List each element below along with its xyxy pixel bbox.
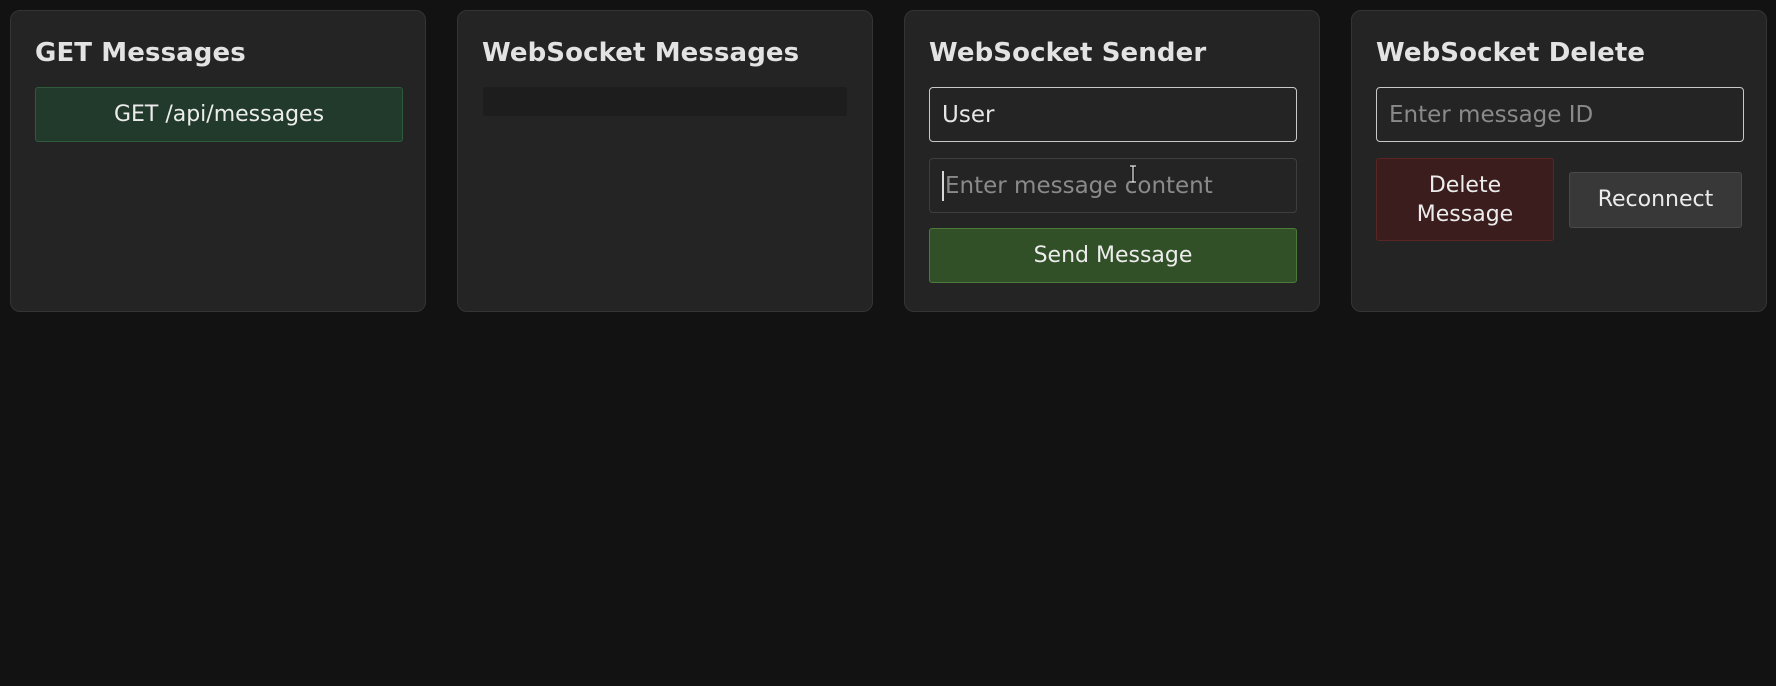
websocket-sender-panel: WebSocket Sender User Enter message cont… bbox=[904, 10, 1320, 312]
websocket-delete-title: WebSocket Delete bbox=[1376, 38, 1646, 68]
message-content-placeholder: Enter message content bbox=[945, 172, 1213, 199]
panels-row: GET Messages GET /api/messages WebSocket… bbox=[10, 10, 1767, 312]
user-input-value: User bbox=[942, 101, 995, 128]
message-id-input[interactable]: Enter message ID bbox=[1376, 87, 1744, 142]
get-messages-button[interactable]: GET /api/messages bbox=[35, 87, 403, 142]
websocket-messages-title: WebSocket Messages bbox=[482, 38, 800, 68]
text-cursor-icon bbox=[1130, 165, 1136, 183]
delete-actions-row: Delete Message Reconnect bbox=[1376, 158, 1742, 241]
text-caret bbox=[942, 170, 944, 201]
message-id-placeholder: Enter message ID bbox=[1389, 101, 1594, 128]
get-messages-panel: GET Messages GET /api/messages bbox=[10, 10, 426, 312]
user-input[interactable]: User bbox=[929, 87, 1297, 142]
delete-message-button[interactable]: Delete Message bbox=[1376, 158, 1554, 241]
websocket-messages-panel: WebSocket Messages bbox=[457, 10, 873, 312]
get-messages-title: GET Messages bbox=[35, 38, 246, 68]
websocket-messages-list bbox=[483, 87, 847, 116]
websocket-sender-title: WebSocket Sender bbox=[929, 38, 1207, 68]
websocket-delete-panel: WebSocket Delete Enter message ID Delete… bbox=[1351, 10, 1767, 312]
send-message-button[interactable]: Send Message bbox=[929, 228, 1297, 283]
reconnect-button[interactable]: Reconnect bbox=[1569, 171, 1742, 228]
message-content-input[interactable]: Enter message content bbox=[929, 158, 1297, 213]
